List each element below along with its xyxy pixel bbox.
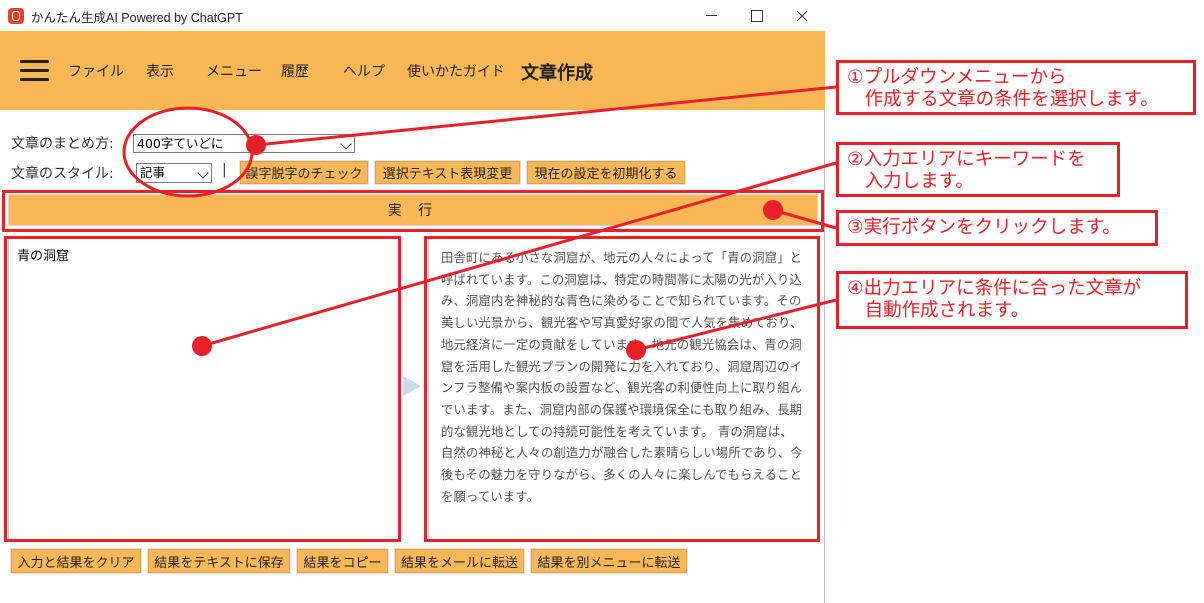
output-area-highlight <box>424 236 820 542</box>
save-text-button[interactable]: 結果をテキストに保存 <box>147 548 291 574</box>
rephrase-button[interactable]: 選択テキスト表現変更 <box>374 160 521 185</box>
annotation-note-2: ②入力エリアにキーワードを 入力します。 <box>836 142 1120 197</box>
style-select-value: 記事 <box>140 165 166 180</box>
summary-select-value: 400字ていどに <box>137 136 224 151</box>
arrow-right-icon <box>403 376 421 396</box>
app-icon <box>8 8 24 24</box>
maximize-icon <box>751 9 763 22</box>
style-select[interactable]: 記事 <box>136 163 212 183</box>
title-bar: かんたん生成AI Powered by ChatGPT <box>0 0 825 31</box>
window-title: かんたん生成AI Powered by ChatGPT <box>31 11 243 25</box>
input-area-highlight <box>4 236 401 542</box>
page-title: 文章作成 <box>521 63 593 84</box>
menu-menu[interactable]: メニュー <box>206 61 262 81</box>
close-icon <box>796 10 808 21</box>
toolbar-separator: | <box>222 162 227 178</box>
annotation-dot-3 <box>763 200 783 220</box>
maximize-button[interactable] <box>734 0 780 31</box>
run-button-highlight <box>2 190 824 232</box>
reset-settings-button[interactable]: 現在の設定を初期化する <box>526 160 686 185</box>
typo-check-button[interactable]: 誤字脱字のチェック <box>239 160 369 185</box>
menu-file[interactable]: ファイル <box>68 61 124 81</box>
summary-label: 文章のまとめ方: <box>11 136 114 152</box>
menu-history[interactable]: 履歴 <box>281 61 309 81</box>
transfer-menu-button[interactable]: 結果を別メニューに転送 <box>530 548 688 574</box>
annotation-note-4: ④出力エリアに条件に合った文章が 自動作成されます。 <box>836 271 1188 329</box>
email-button[interactable]: 結果をメールに転送 <box>394 548 525 574</box>
clear-button[interactable]: 入力と結果をクリア <box>10 548 142 574</box>
annotation-note-3: ③実行ボタンをクリックします。 <box>836 210 1158 246</box>
summary-select[interactable]: 400字ていどに <box>133 134 355 153</box>
annotation-dot-2 <box>192 336 212 356</box>
minimize-icon <box>705 15 717 16</box>
minimize-button[interactable] <box>688 0 734 31</box>
annotation-note-1: ①プルダウンメニューから 作成する文章の条件を選択します。 <box>836 60 1196 115</box>
annotation-dot-1 <box>246 135 266 155</box>
annotation-dot-4 <box>626 340 646 360</box>
close-button[interactable] <box>779 0 825 31</box>
menu-help[interactable]: ヘルプ <box>343 61 385 81</box>
menu-guide[interactable]: 使いかたガイド <box>407 61 505 81</box>
menu-view[interactable]: 表示 <box>146 61 174 81</box>
hamburger-menu-icon[interactable] <box>20 60 49 82</box>
style-label: 文章のスタイル: <box>11 166 114 182</box>
copy-button[interactable]: 結果をコピー <box>296 548 389 574</box>
chevron-down-icon <box>197 167 209 179</box>
chevron-down-icon <box>340 138 352 150</box>
